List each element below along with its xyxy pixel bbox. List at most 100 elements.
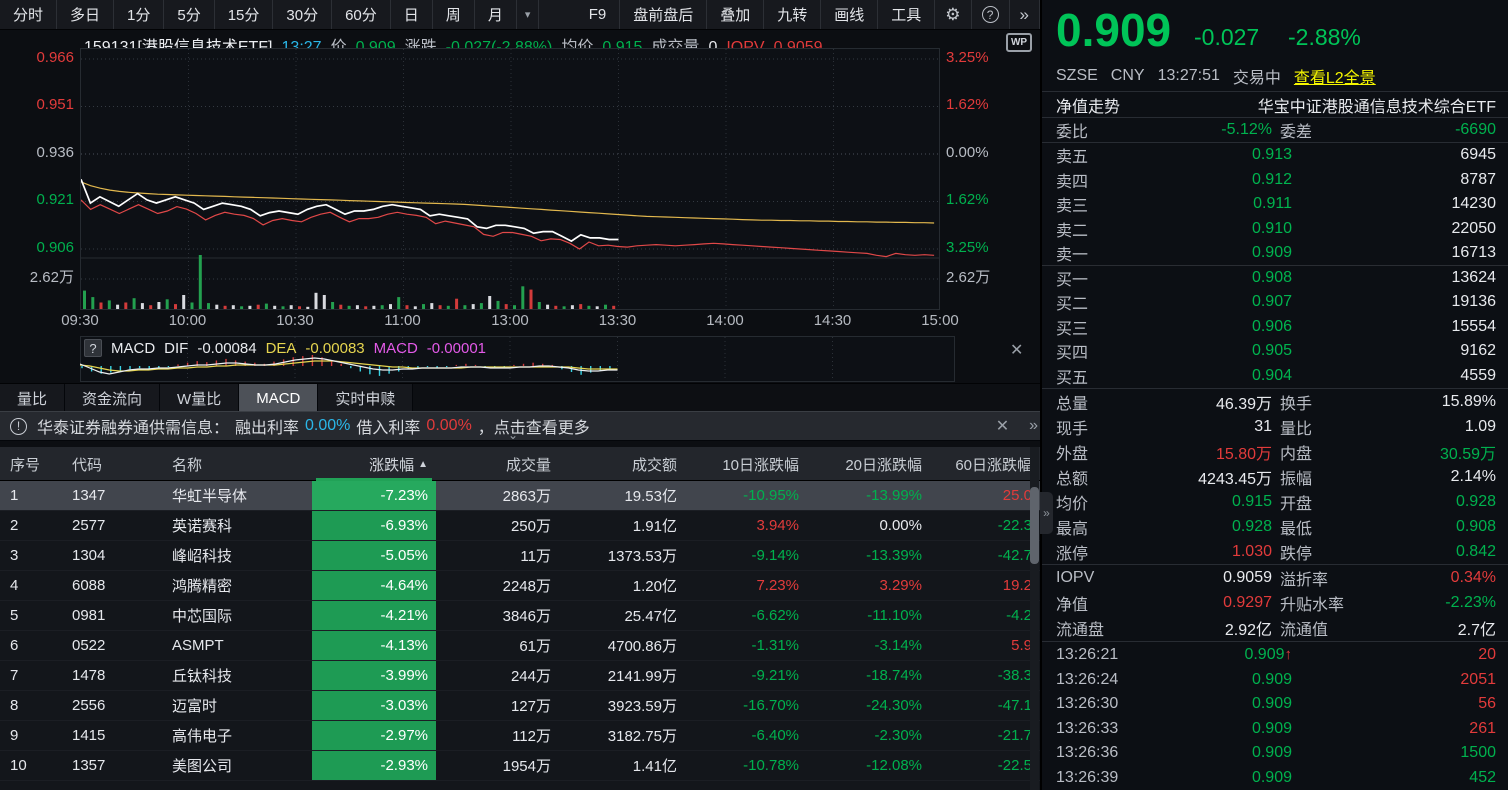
table-row[interactable]: 91415高伟电子-2.97%112万3182.75万-6.40%-2.30%-… bbox=[0, 721, 1040, 751]
ask-row[interactable]: 卖一0.90916713 bbox=[1042, 241, 1508, 266]
toolbar-item-period-1[interactable]: 多日 bbox=[57, 0, 114, 29]
bid-row[interactable]: 买三0.90615554 bbox=[1042, 315, 1508, 340]
table-scrollbar-thumb[interactable] bbox=[1030, 487, 1039, 564]
table-row[interactable]: 71478丘钛科技-3.99%244万2141.99万-9.21%-18.74%… bbox=[0, 661, 1040, 691]
column-header-1[interactable]: 代码 bbox=[62, 447, 162, 481]
cell-name[interactable]: 中芯国际 bbox=[162, 605, 312, 626]
panel-collapse-handle[interactable]: » bbox=[1040, 492, 1053, 534]
splitter-collapse-icon[interactable]: ⌄ bbox=[508, 429, 518, 441]
cell-20day-change: -13.99% bbox=[809, 487, 932, 504]
cell-name[interactable]: 华虹半导体 bbox=[162, 485, 312, 506]
tick-row[interactable]: 13:26:300.90956 bbox=[1042, 692, 1508, 717]
column-header-2[interactable]: 名称 bbox=[162, 447, 312, 481]
book-level-label: 卖三 bbox=[1042, 192, 1132, 216]
ask-row[interactable]: 卖四0.9128787 bbox=[1042, 168, 1508, 193]
book-level-label: 买一 bbox=[1042, 266, 1132, 290]
toolbar-item-period-8[interactable]: 周 bbox=[433, 0, 475, 29]
column-header-8[interactable]: 60日涨跌幅 bbox=[932, 447, 1040, 481]
notice-close-icon[interactable]: ✕ bbox=[996, 416, 1023, 436]
help-icon[interactable]: ? bbox=[972, 0, 1010, 29]
tick-row[interactable]: 13:26:210.909↑20 bbox=[1042, 643, 1508, 668]
tick-time: 13:26:30 bbox=[1042, 695, 1152, 713]
toolbar-item-tool-1[interactable]: 盘前盘后 bbox=[620, 0, 707, 29]
table-row[interactable]: 22577英诺赛科-6.93%250万1.91亿3.94%0.00%-22.3 bbox=[0, 511, 1040, 541]
more-tools-icon[interactable]: » bbox=[1010, 0, 1040, 29]
tab-indicator-4[interactable]: 实时申赎 bbox=[318, 384, 413, 412]
macd-close-icon[interactable]: ✕ bbox=[1010, 340, 1023, 360]
tick-row[interactable]: 13:26:390.909452 bbox=[1042, 766, 1508, 790]
toolbar-item-tool-4[interactable]: 画线 bbox=[821, 0, 878, 29]
ask-row[interactable]: 卖三0.91114230 bbox=[1042, 192, 1508, 217]
toolbar-item-period-2[interactable]: 1分 bbox=[114, 0, 164, 29]
column-header-7[interactable]: 20日涨跌幅 bbox=[809, 447, 932, 481]
cell-name[interactable]: ASMPT bbox=[162, 637, 312, 654]
tick-row[interactable]: 13:26:240.9092051 bbox=[1042, 668, 1508, 693]
stat-row: 总额4243.45万振幅2.14% bbox=[1042, 464, 1508, 489]
tab-indicator-0[interactable]: 量比 bbox=[0, 384, 65, 412]
column-header-0[interactable]: 序号 bbox=[0, 447, 62, 481]
toolbar-item-period-9[interactable]: 月 bbox=[475, 0, 517, 29]
table-row[interactable]: 101357美图公司-2.93%1954万1.41亿-10.78%-12.08%… bbox=[0, 751, 1040, 781]
bid-row[interactable]: 买二0.90719136 bbox=[1042, 290, 1508, 315]
column-header-3[interactable]: 涨跌幅▲ bbox=[312, 447, 436, 481]
tab-indicator-1[interactable]: 资金流向 bbox=[65, 384, 160, 412]
nav-trend-label[interactable]: 净值走势 bbox=[1056, 93, 1120, 117]
cell-name[interactable]: 丘钛科技 bbox=[162, 665, 312, 686]
notice-more-link[interactable]: ，点击查看更多 bbox=[478, 414, 590, 438]
volume-axis-label-left: 2.62万 bbox=[0, 268, 74, 288]
toolbar-item-period-5[interactable]: 30分 bbox=[273, 0, 332, 29]
book-price: 0.911 bbox=[1132, 195, 1292, 213]
column-header-5[interactable]: 成交额 bbox=[561, 447, 687, 481]
period-dropdown-icon[interactable]: ▾ bbox=[517, 0, 540, 29]
help-question-glyph: ? bbox=[982, 6, 999, 23]
stat-value: 0.9059 bbox=[1152, 569, 1272, 587]
margin-notice-bar[interactable]: ! 华泰证券融券通供需信息： 融出利率 0.00% 借入利率 0.00% ，点击… bbox=[0, 411, 1040, 441]
cell-change-percent: -2.97% bbox=[312, 721, 436, 750]
bid-row[interactable]: 买一0.90813624 bbox=[1042, 266, 1508, 291]
toolbar-item-period-4[interactable]: 15分 bbox=[215, 0, 274, 29]
tab-indicator-3[interactable]: MACD bbox=[239, 384, 318, 412]
macd-help-icon[interactable]: ? bbox=[84, 339, 102, 357]
table-row[interactable]: 60522ASMPT-4.13%61万4700.86万-1.31%-3.14%5… bbox=[0, 631, 1040, 661]
cell-name[interactable]: 英诺赛科 bbox=[162, 515, 312, 536]
order-imbalance-row: 委比 -5.12% 委差 -6690 bbox=[1042, 117, 1508, 142]
intraday-chart[interactable] bbox=[80, 48, 940, 310]
cell-name[interactable]: 峰岹科技 bbox=[162, 545, 312, 566]
cell-change-percent: -3.99% bbox=[312, 661, 436, 690]
cell-volume: 244万 bbox=[436, 665, 561, 686]
toolbar-item-period-0[interactable]: 分时 bbox=[0, 0, 57, 29]
tick-row[interactable]: 13:26:330.909261 bbox=[1042, 717, 1508, 742]
cell-name[interactable]: 美图公司 bbox=[162, 755, 312, 776]
tick-row[interactable]: 13:26:360.9091500 bbox=[1042, 741, 1508, 766]
toolbar-item-period-7[interactable]: 日 bbox=[391, 0, 433, 29]
toolbar-item-period-6[interactable]: 60分 bbox=[332, 0, 391, 29]
table-row[interactable]: 82556迈富时-3.03%127万3923.59万-16.70%-24.30%… bbox=[0, 691, 1040, 721]
cell-name[interactable]: 迈富时 bbox=[162, 695, 312, 716]
cell-name[interactable]: 鸿腾精密 bbox=[162, 575, 312, 596]
table-row[interactable]: 46088鸿腾精密-4.64%2248万1.20亿7.23%3.29%19.2 bbox=[0, 571, 1040, 601]
bid-row[interactable]: 买五0.9044559 bbox=[1042, 364, 1508, 389]
column-header-6[interactable]: 10日涨跌幅 bbox=[687, 447, 809, 481]
l2-panorama-link[interactable]: 查看L2全景 bbox=[1294, 64, 1376, 88]
toolbar-item-tool-3[interactable]: 九转 bbox=[764, 0, 821, 29]
toolbar-item-tool-5[interactable]: 工具 bbox=[878, 0, 935, 29]
toolbar-item-tool-2[interactable]: 叠加 bbox=[707, 0, 764, 29]
table-row[interactable]: 31304峰岹科技-5.05%11万1373.53万-9.14%-13.39%-… bbox=[0, 541, 1040, 571]
settings-gear-icon[interactable]: ⚙ bbox=[935, 0, 971, 29]
cell-name[interactable]: 高伟电子 bbox=[162, 725, 312, 746]
tick-volume: 56 bbox=[1292, 695, 1508, 713]
bid-row[interactable]: 买四0.9059162 bbox=[1042, 339, 1508, 364]
table-row[interactable]: 11347华虹半导体-7.23%2863万19.53亿-10.95%-13.99… bbox=[0, 481, 1040, 511]
ask-row[interactable]: 卖五0.9136945 bbox=[1042, 143, 1508, 168]
column-header-4[interactable]: 成交量 bbox=[436, 447, 561, 481]
cell-code: 6088 bbox=[62, 577, 162, 594]
ask-row[interactable]: 卖二0.91022050 bbox=[1042, 217, 1508, 242]
nav-row[interactable]: 净值走势 华宝中证港股通信息技术综合ETF bbox=[1042, 93, 1508, 117]
tab-indicator-2[interactable]: W量比 bbox=[160, 384, 239, 412]
toolbar-item-period-3[interactable]: 5分 bbox=[164, 0, 214, 29]
stat-value: 46.39万 bbox=[1152, 390, 1272, 414]
notice-expand-icon[interactable]: » bbox=[1029, 417, 1040, 435]
toolbar-item-tool-0[interactable]: F9 bbox=[576, 0, 621, 29]
time-and-sales[interactable]: 13:26:210.909↑2013:26:240.909205113:26:3… bbox=[1042, 643, 1508, 790]
table-row[interactable]: 50981中芯国际-4.21%3846万25.47亿-6.62%-11.10%-… bbox=[0, 601, 1040, 631]
